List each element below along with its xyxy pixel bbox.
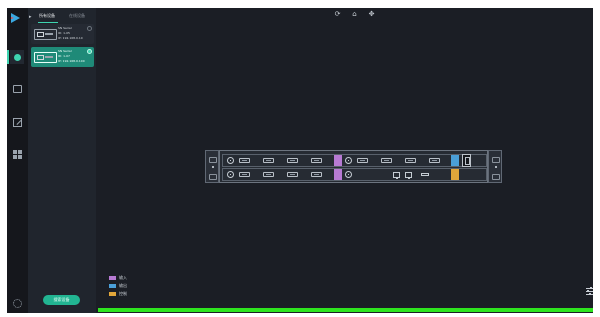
ethernet-port-icon[interactable]	[393, 172, 400, 179]
coax-port-icon[interactable]	[227, 157, 234, 164]
device-id: ID: 1-07	[58, 54, 70, 58]
dvi-port-icon[interactable]	[287, 172, 298, 177]
tab-all-devices[interactable]: 所有设备	[39, 13, 55, 19]
legend-swatch	[109, 276, 116, 280]
hdmi-port-icon[interactable]	[357, 158, 368, 163]
device-rear-panel[interactable]	[205, 150, 502, 185]
hdmi-port-icon[interactable]	[287, 158, 298, 163]
rack-ear-left	[205, 150, 219, 183]
progress-fill	[98, 308, 593, 312]
refresh-icon[interactable]: ⟳	[333, 10, 342, 19]
rail-button-settings[interactable]	[10, 296, 24, 310]
legend-label: 输出	[119, 283, 127, 288]
dot-icon	[14, 54, 21, 61]
rail-active-indicator	[7, 50, 9, 64]
rack-ear-right	[488, 150, 502, 183]
port-row-bottom	[222, 168, 487, 181]
device-list-panel: ▸ 所有设备 在线设备 SN Serial ID: 1-05 IP: 192.1…	[28, 8, 96, 313]
hdmi-port-icon[interactable]	[381, 158, 392, 163]
gear-icon	[13, 299, 22, 308]
edit-icon	[13, 118, 22, 127]
legend-label: 输入	[119, 275, 127, 280]
rail-button-grid[interactable]	[10, 147, 24, 161]
move-icon[interactable]: ✥	[367, 10, 376, 19]
device-card[interactable]: SN Serial ID: 1-05 IP: 192.168.0.10	[31, 24, 94, 44]
hdmi-port-icon[interactable]	[405, 158, 416, 163]
hdmi-port-icon[interactable]	[263, 158, 274, 163]
power-socket-icon	[462, 154, 471, 167]
device-card-selected[interactable]: SN Serial ID: 1-07 IP: 192.168.0.100	[31, 47, 94, 67]
device-tabs: 所有设备 在线设备	[28, 13, 96, 23]
input-zone[interactable]	[334, 155, 342, 166]
dvi-port-icon[interactable]	[311, 172, 322, 177]
hdmi-port-icon[interactable]	[429, 158, 440, 163]
legend-label: 控制	[119, 291, 127, 296]
progress-bar	[98, 308, 593, 312]
rail-button-screen[interactable]	[10, 82, 24, 96]
input-zone[interactable]	[334, 169, 342, 180]
screen-icon	[13, 85, 22, 93]
port-row-top	[222, 154, 487, 167]
search-devices-button[interactable]: 搜索设备	[43, 295, 80, 305]
device-thumbnail-icon	[34, 52, 57, 63]
device-name: SN Serial	[58, 49, 72, 53]
device-chassis	[219, 150, 488, 183]
output-zone[interactable]	[451, 155, 459, 166]
selected-check-icon[interactable]	[87, 49, 92, 54]
device-ip: IP: 192.168.0.10	[58, 36, 83, 40]
dvi-port-icon[interactable]	[263, 172, 274, 177]
usb-port-icon[interactable]	[421, 173, 429, 176]
tab-online-devices[interactable]: 在线设备	[69, 13, 85, 19]
device-id: ID: 1-05	[58, 31, 70, 35]
home-icon[interactable]: ⌂	[350, 10, 359, 19]
canvas-toolbar: ⟳ ⌂ ✥	[333, 10, 377, 19]
legend-swatch	[109, 284, 116, 288]
device-ip: IP: 192.168.0.100	[58, 59, 85, 63]
coax-port-icon[interactable]	[345, 157, 352, 164]
icon-rail	[7, 8, 28, 313]
device-name: SN Serial	[58, 26, 72, 30]
rail-button-edit[interactable]	[10, 115, 24, 129]
app-window: ▸ 所有设备 在线设备 SN Serial ID: 1-05 IP: 192.1…	[7, 8, 593, 313]
select-radio-icon[interactable]	[87, 26, 92, 31]
tab-underline	[38, 22, 58, 23]
hdmi-port-icon[interactable]	[239, 158, 250, 163]
rail-button-devices[interactable]	[10, 50, 24, 64]
coax-port-icon[interactable]	[345, 171, 352, 178]
grid-icon	[13, 150, 22, 159]
logo-icon	[11, 13, 20, 23]
hdmi-port-icon[interactable]	[311, 158, 322, 163]
ethernet-port-icon[interactable]	[405, 172, 412, 179]
device-thumbnail-icon	[34, 29, 57, 40]
dvi-port-icon[interactable]	[239, 172, 250, 177]
coax-port-icon[interactable]	[227, 171, 234, 178]
legend-swatch	[109, 292, 116, 296]
sliders-icon[interactable]	[585, 287, 593, 296]
control-zone[interactable]	[451, 169, 459, 180]
